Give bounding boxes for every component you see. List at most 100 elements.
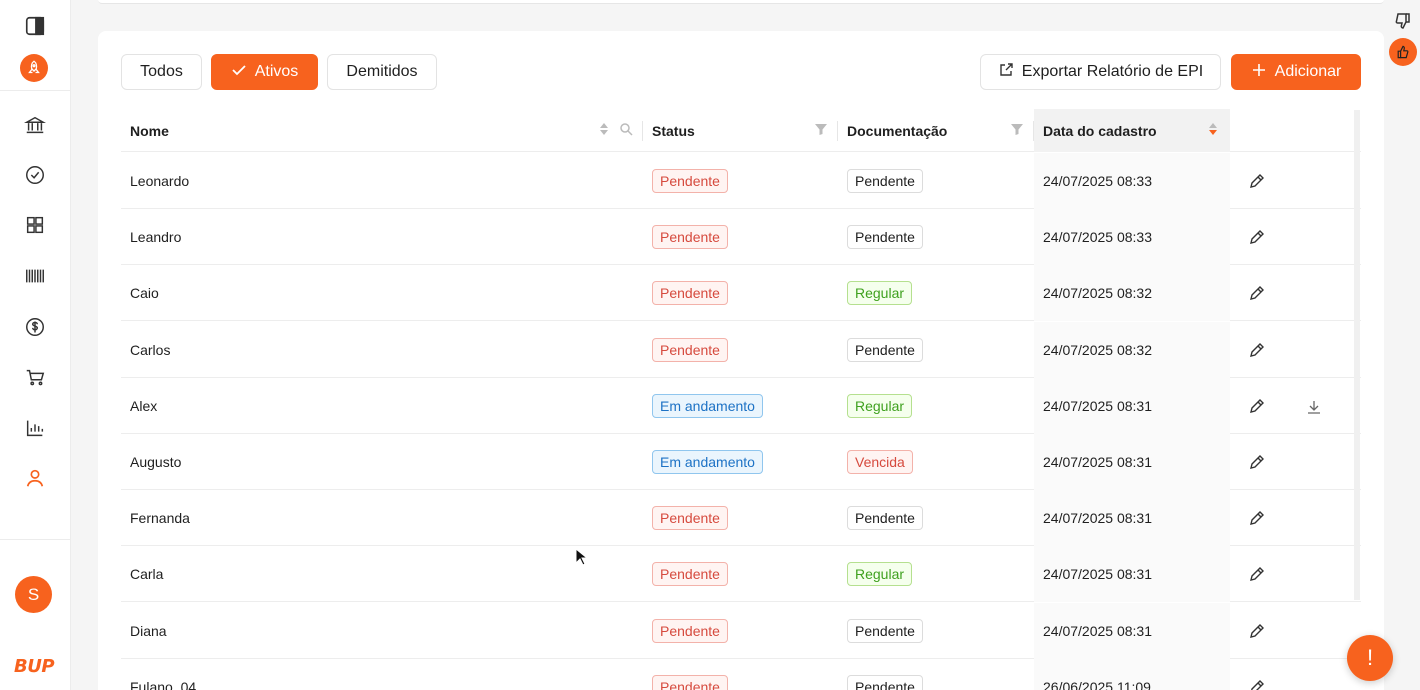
cell-nome: Fernanda [121, 490, 643, 546]
bar-chart-icon[interactable] [22, 415, 48, 441]
documentation-badge: Pendente [847, 674, 923, 690]
table-header: Nome Status Documentação Data do cadastr… [121, 109, 1361, 152]
employee-name: Leonardo [130, 173, 190, 189]
thumbs-up-icon[interactable] [1389, 38, 1417, 66]
cell-nome: Caio [121, 265, 643, 321]
table-row[interactable]: Caio Pendente Regular 24/07/2025 08:32 [121, 265, 1361, 322]
status-badge: Pendente [652, 225, 728, 250]
cell-data: 24/07/2025 08:32 [1034, 265, 1230, 322]
status-badge: Pendente [652, 169, 728, 193]
cell-data: 24/07/2025 08:31 [1034, 490, 1230, 547]
add-button[interactable]: Adicionar [1231, 54, 1361, 90]
cell-nome: Carlos [121, 322, 643, 378]
documentation-badge: Pendente [847, 337, 923, 362]
cell-documentacao: Regular [838, 378, 1034, 434]
thumbs-down-icon[interactable] [1393, 11, 1413, 31]
top-strip [98, 0, 1384, 4]
col-nome-header[interactable]: Nome [121, 109, 643, 152]
status-badge: Pendente [652, 281, 728, 306]
table-row[interactable]: Leandro Pendente Pendente 24/07/2025 08:… [121, 209, 1361, 266]
registration-date: 24/07/2025 08:33 [1043, 173, 1152, 189]
col-data-header[interactable]: Data do cadastro [1034, 109, 1230, 152]
filter-todos-button[interactable]: Todos [121, 54, 202, 90]
cell-nome: Leonardo [121, 153, 643, 209]
employee-name: Alex [130, 397, 158, 414]
edit-icon[interactable] [1247, 340, 1267, 360]
documentation-badge: Pendente [847, 506, 923, 531]
grid-icon[interactable] [22, 212, 48, 238]
edit-icon[interactable] [1247, 621, 1267, 641]
bank-icon[interactable] [22, 112, 48, 138]
table-row[interactable]: Carlos Pendente Pendente 24/07/2025 08:3… [121, 321, 1361, 378]
registration-date: 24/07/2025 08:31 [1043, 510, 1152, 527]
sort-icon[interactable] [597, 122, 611, 139]
barcode-icon[interactable] [22, 263, 48, 289]
cell-status: Em andamento [643, 434, 838, 490]
table-row[interactable]: Diana Pendente Pendente 24/07/2025 08:31 [121, 602, 1361, 659]
table-row[interactable]: Fulano_04 Pendente Pendente 26/06/2025 1… [121, 658, 1361, 690]
table-row[interactable]: Fernanda Pendente Pendente 24/07/2025 08… [121, 490, 1361, 547]
cart-icon[interactable] [22, 364, 48, 390]
cell-documentacao: Vencida [838, 434, 1034, 490]
status-badge: Em andamento [652, 450, 763, 474]
filter-demitidos-button[interactable]: Demitidos [327, 54, 437, 90]
cell-documentacao: Regular [838, 546, 1034, 602]
filter-icon[interactable] [814, 122, 828, 139]
table-row[interactable]: Leonardo Pendente Pendente 24/07/2025 08… [121, 153, 1361, 209]
download-icon[interactable] [1304, 397, 1324, 417]
cell-data: 24/07/2025 08:31 [1034, 434, 1230, 490]
search-icon[interactable] [619, 122, 633, 139]
cell-nome: Diana [121, 603, 643, 659]
export-report-label: Exportar Relatório de EPI [1021, 63, 1204, 80]
main-card: Todos Ativos Demitidos Exportar Relatóri… [98, 31, 1384, 690]
documentation-badge: Pendente [847, 618, 923, 643]
registration-date: 26/06/2025 11:09 [1043, 678, 1151, 690]
sidebar: S BUP [0, 0, 71, 690]
cell-data: 26/06/2025 11:09 [1034, 658, 1230, 690]
table-row[interactable]: Augusto Em andamento Vencida 24/07/2025 … [121, 434, 1361, 490]
status-badge: Pendente [652, 506, 728, 531]
edit-icon[interactable] [1247, 283, 1267, 303]
alert-fab-button[interactable]: ! [1347, 635, 1393, 681]
cell-status: Pendente [643, 209, 838, 265]
cell-documentacao: Pendente [838, 659, 1034, 690]
status-badge: Pendente [652, 562, 728, 587]
sort-desc-icon[interactable] [1206, 122, 1220, 139]
edit-icon[interactable] [1247, 677, 1267, 690]
table-row[interactable]: Carla Pendente Regular 24/07/2025 08:31 [121, 546, 1361, 603]
cell-data: 24/07/2025 08:31 [1034, 602, 1230, 659]
dollar-icon[interactable] [22, 314, 48, 340]
brand-logo: BUP [14, 656, 55, 677]
status-badge: Pendente [652, 337, 728, 362]
cell-status: Pendente [643, 265, 838, 321]
cell-status: Pendente [643, 153, 838, 209]
check-icon [231, 62, 247, 83]
cell-status: Pendente [643, 322, 838, 378]
status-badge: Pendente [652, 618, 728, 643]
check-circle-icon[interactable] [22, 162, 48, 188]
col-documentacao-header[interactable]: Documentação [838, 109, 1034, 152]
edit-icon[interactable] [1247, 452, 1267, 472]
filter-icon[interactable] [1010, 122, 1024, 139]
external-link-icon [998, 62, 1014, 83]
cell-documentacao: Pendente [838, 322, 1034, 378]
avatar[interactable]: S [15, 576, 52, 613]
sidebar-toggle-icon[interactable] [22, 13, 48, 39]
edit-icon[interactable] [1247, 564, 1267, 584]
export-report-button[interactable]: Exportar Relatório de EPI [980, 54, 1221, 90]
col-status-label: Status [652, 122, 695, 139]
employee-name: Leandro [130, 229, 182, 246]
filter-ativos-button[interactable]: Ativos [211, 54, 318, 90]
edit-icon[interactable] [1247, 227, 1267, 247]
edit-icon[interactable] [1247, 508, 1267, 528]
edit-icon[interactable] [1247, 171, 1267, 191]
registration-date: 24/07/2025 08:31 [1043, 454, 1152, 470]
rocket-icon[interactable] [20, 54, 48, 82]
table-scrollbar[interactable] [1354, 110, 1360, 600]
table-row[interactable]: Alex Em andamento Regular 24/07/2025 08:… [121, 377, 1361, 434]
edit-icon[interactable] [1247, 396, 1267, 416]
registration-date: 24/07/2025 08:31 [1043, 566, 1152, 583]
col-status-header[interactable]: Status [643, 109, 838, 152]
user-icon[interactable] [22, 465, 48, 491]
documentation-badge: Regular [847, 281, 913, 306]
